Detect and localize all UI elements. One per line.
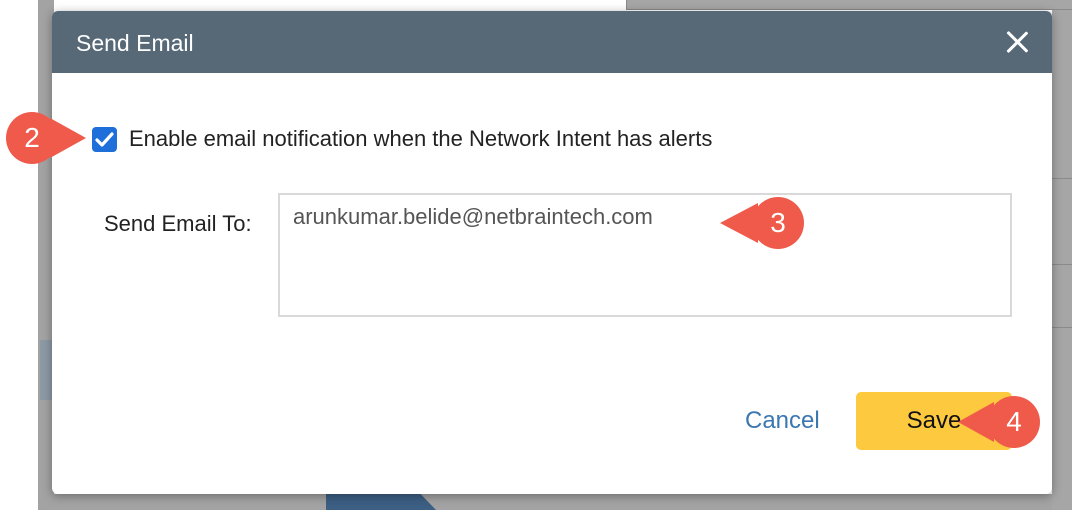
background-divider <box>1052 264 1072 265</box>
dialog-header: Send Email <box>52 11 1052 73</box>
enable-notification-label: Enable email notification when the Netwo… <box>129 126 713 151</box>
send-email-dialog: Send Email Enable email notification whe… <box>52 11 1052 494</box>
checkmark-icon <box>95 132 114 147</box>
callout-marker-4: 4 <box>988 396 1040 448</box>
close-icon[interactable] <box>1004 29 1030 55</box>
background-panel-top <box>626 0 1072 10</box>
send-email-to-textarea[interactable]: arunkumar.belide@netbraintech.com <box>278 193 1012 317</box>
background-panel-left <box>0 0 40 510</box>
callout-marker-3: 3 <box>752 197 804 249</box>
dialog-title: Send Email <box>76 30 194 56</box>
send-email-to-label: Send Email To: <box>104 211 252 236</box>
background-divider <box>1052 327 1072 328</box>
cancel-button[interactable]: Cancel <box>745 407 820 435</box>
callout-marker-2: 2 <box>6 112 58 164</box>
email-address-value: arunkumar.belide@netbraintech.com <box>293 204 653 229</box>
background-overlay-right <box>1052 0 1072 510</box>
enable-notification-checkbox[interactable] <box>92 127 117 152</box>
background-arrow-shape <box>326 494 436 510</box>
background-divider <box>1052 178 1072 179</box>
background-overlay-bottom <box>54 494 1052 510</box>
